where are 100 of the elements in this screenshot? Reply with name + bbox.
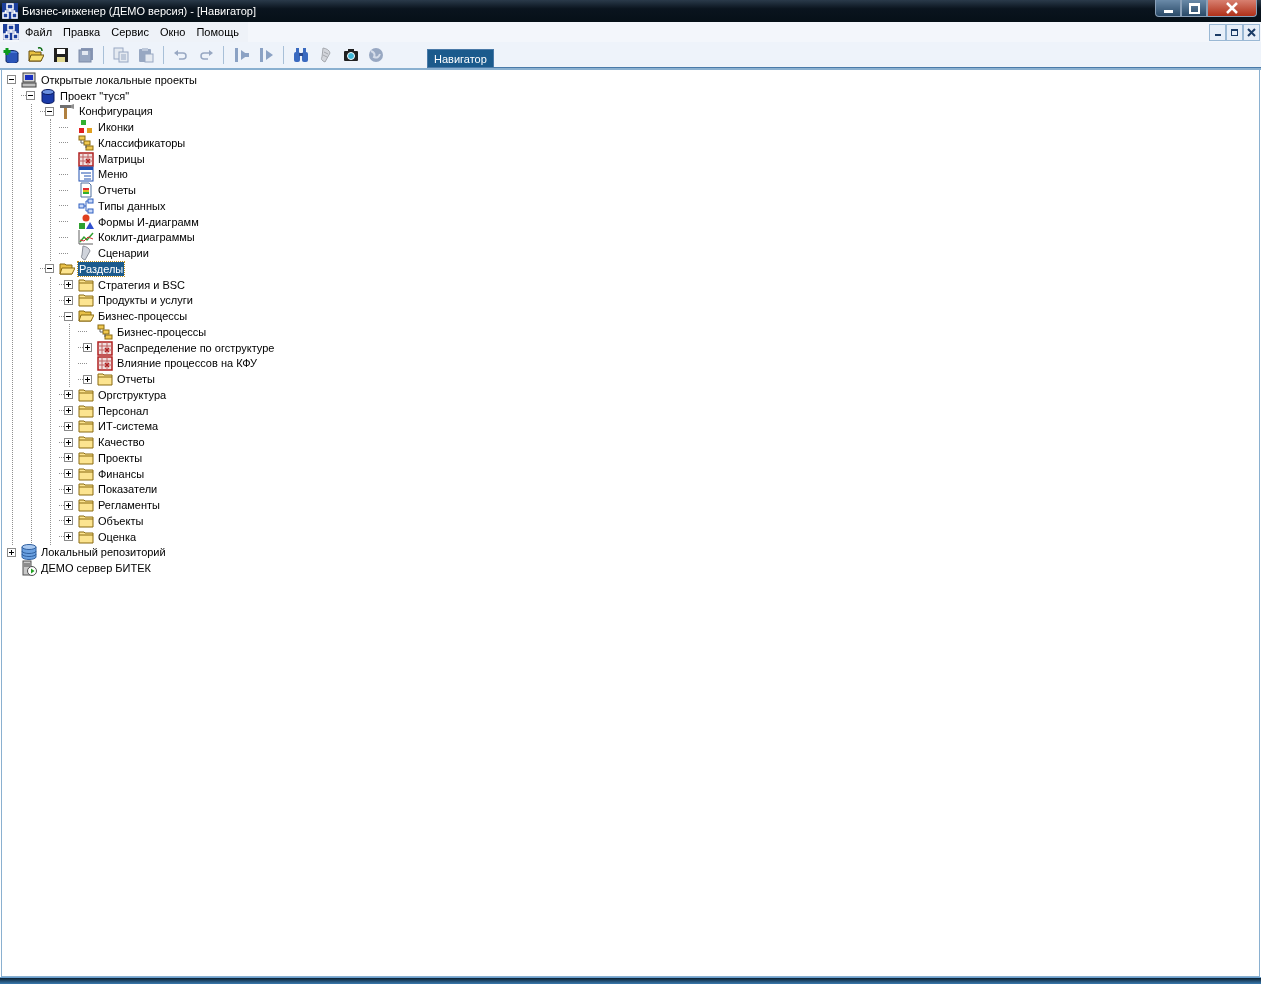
menu-item[interactable]: Окно — [153, 22, 191, 42]
grid-table-icon — [97, 339, 113, 356]
collapse-toggle[interactable] — [26, 91, 35, 101]
line-chart-icon — [78, 229, 94, 246]
expand-toggle[interactable] — [64, 484, 73, 494]
expand-toggle[interactable] — [83, 374, 92, 384]
camera-icon[interactable] — [343, 47, 359, 63]
minimize-button[interactable] — [1209, 23, 1226, 41]
navigator-tab[interactable]: Навигатор — [427, 49, 494, 67]
collapse-toggle[interactable] — [7, 75, 16, 85]
tree-item[interactable]: Сценарии — [97, 246, 150, 261]
expand-toggle[interactable] — [64, 453, 73, 463]
folder-icon — [78, 449, 94, 466]
expand-toggle[interactable] — [64, 516, 73, 526]
expand-toggle[interactable] — [7, 547, 16, 557]
tree-item[interactable]: Качество — [97, 435, 146, 450]
folder-icon — [78, 481, 94, 498]
folder-icon — [78, 402, 94, 419]
folder-icon — [97, 371, 113, 388]
tree-item[interactable]: Отчеты — [97, 183, 138, 198]
tree-item[interactable]: Финансы — [97, 466, 146, 481]
expand-toggle[interactable] — [64, 500, 73, 510]
collapse-toggle[interactable] — [45, 106, 54, 116]
open-folder-icon — [59, 260, 75, 277]
expand-toggle[interactable] — [64, 421, 73, 431]
tree-item[interactable]: Стратегия и BSC — [97, 277, 186, 292]
folder-icon — [78, 528, 94, 545]
collapse-toggle[interactable] — [45, 264, 54, 274]
collapse-toggle[interactable] — [64, 311, 73, 321]
close-icon — [1225, 2, 1239, 14]
close-button[interactable] — [1243, 23, 1260, 41]
expand-toggle[interactable] — [64, 295, 73, 305]
server-icon — [21, 560, 37, 577]
binoculars-icon[interactable] — [293, 47, 309, 63]
tree-item[interactable]: Влияние процессов на КФУ — [116, 356, 258, 371]
tree-item[interactable]: Бизнес-процессы — [97, 309, 189, 324]
app-logo-icon — [2, 3, 18, 19]
expand-toggle[interactable] — [64, 532, 73, 542]
shapes-icon — [78, 213, 94, 230]
expand-toggle[interactable] — [83, 343, 92, 353]
hierarchy-icon — [78, 134, 94, 151]
database-stack-icon — [21, 544, 37, 561]
tree-item[interactable]: ИТ-система — [97, 419, 160, 434]
tree-item[interactable]: Локальный репозиторий — [40, 545, 167, 560]
app-logo-icon[interactable] — [3, 24, 19, 40]
tree-item[interactable]: Оргструктура — [97, 387, 168, 402]
tree-item[interactable]: Объекты — [97, 513, 145, 528]
tree-item[interactable]: Коклит-диаграммы — [97, 230, 196, 245]
close-icon — [1247, 27, 1256, 37]
folder-icon — [78, 497, 94, 514]
tree-item[interactable]: Формы И-диаграмм — [97, 214, 200, 229]
open-folder-icon[interactable] — [28, 47, 44, 63]
minimize-button[interactable] — [1155, 0, 1181, 17]
menu-item[interactable]: Помощь — [190, 22, 244, 42]
menu-item[interactable]: Правка — [57, 22, 106, 42]
tree-item[interactable]: Проекты — [97, 450, 144, 465]
tree-item[interactable]: Классификаторы — [97, 135, 187, 150]
folder-icon — [78, 292, 94, 309]
tree-item[interactable]: ДЕМО сервер БИТЕК — [40, 561, 152, 576]
tree-item[interactable]: Открытые локальные проекты — [40, 72, 198, 87]
window-title: Бизнес-инженер (ДЕМО версия) - [Навигатор] — [22, 5, 257, 17]
restore-button[interactable] — [1181, 0, 1207, 17]
restore-button[interactable] — [1226, 23, 1243, 41]
expand-toggle[interactable] — [64, 437, 73, 447]
menu-item[interactable]: Сервис — [105, 22, 154, 42]
expand-toggle[interactable] — [64, 469, 73, 479]
tree-item[interactable]: Показатели — [97, 482, 159, 497]
tree-item[interactable]: Регламенты — [97, 498, 161, 513]
tree-item[interactable]: Отчеты — [116, 372, 157, 387]
tree-item[interactable]: Матрицы — [97, 151, 146, 166]
tree-item[interactable]: Продукты и услуги — [97, 293, 194, 308]
tree-item[interactable]: Персонал — [97, 403, 150, 418]
window-list-icon — [78, 166, 94, 183]
colored-squares-icon — [78, 119, 94, 136]
open-folder-icon — [78, 308, 94, 325]
expand-toggle[interactable] — [64, 390, 73, 400]
folder-icon — [78, 276, 94, 293]
linked-boxes-icon — [78, 197, 94, 214]
tree-item[interactable]: Типы данных — [97, 198, 167, 213]
tree-item[interactable]: Распределение по огструктуре — [116, 340, 276, 355]
close-button[interactable] — [1207, 0, 1257, 17]
hammer-icon — [59, 103, 75, 120]
expand-toggle[interactable] — [64, 406, 73, 416]
tree-item[interactable]: Разделы — [78, 261, 125, 276]
folder-icon — [78, 418, 94, 435]
computer-icon — [21, 71, 37, 88]
cylinder-plus-icon[interactable] — [3, 47, 19, 63]
tree-item[interactable]: Проект "туся" — [59, 88, 131, 103]
tree-item[interactable]: Бизнес-процессы — [116, 324, 208, 339]
folder-icon — [78, 512, 94, 529]
tree-item[interactable]: Иконки — [97, 120, 135, 135]
tree-item[interactable]: Конфигурация — [78, 104, 154, 119]
folder-icon — [78, 465, 94, 482]
folder-icon — [78, 434, 94, 451]
tree-item[interactable]: Меню — [97, 167, 129, 182]
menu-item[interactable]: Файл — [19, 22, 58, 42]
hierarchy-icon — [97, 323, 113, 340]
tree-item[interactable]: Оценка — [97, 529, 138, 544]
expand-toggle[interactable] — [64, 280, 73, 290]
grid-table-icon — [78, 150, 94, 167]
